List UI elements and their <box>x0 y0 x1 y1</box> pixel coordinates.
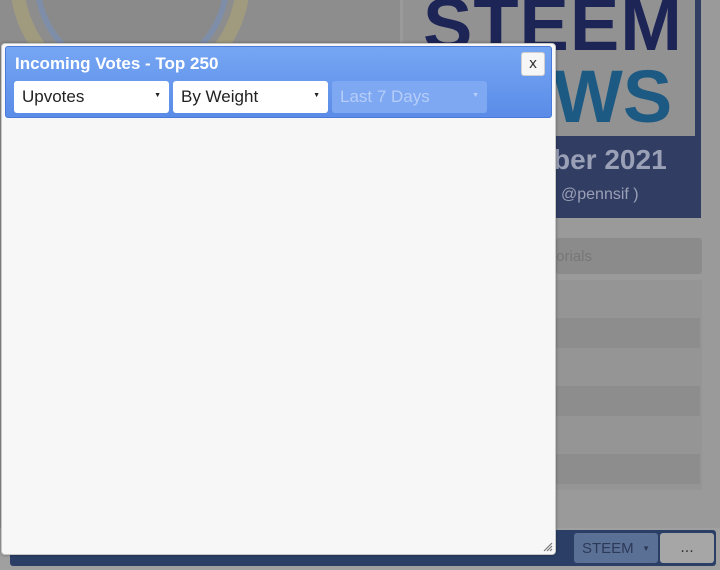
resize-handle-icon[interactable] <box>543 542 553 552</box>
vote-type-select-value: Upvotes <box>22 87 85 106</box>
more-button[interactable]: ... <box>660 533 714 563</box>
banner-title-line2: WS <box>553 55 673 138</box>
banner-date: ber 2021 <box>553 144 667 175</box>
background-tab-label: torials <box>552 248 593 265</box>
background-list-row <box>556 454 700 484</box>
currency-select[interactable]: STEEM ▼ <box>574 533 658 563</box>
dialog-content <box>2 120 555 554</box>
dialog-title: Incoming Votes - Top 250 <box>15 54 219 73</box>
caret-down-icon: ▼ <box>313 92 320 99</box>
currency-select-value: STEEM <box>582 539 634 557</box>
sort-select[interactable]: By Weight ▼ <box>173 81 328 113</box>
caret-down-icon: ▼ <box>642 543 650 553</box>
caret-down-icon: ▼ <box>472 92 479 99</box>
period-select[interactable]: Last 7 Days ▼ <box>332 81 487 113</box>
background-list-row <box>556 386 700 416</box>
background-list-row <box>556 318 700 348</box>
period-select-value: Last 7 Days <box>340 87 430 106</box>
vote-type-select[interactable]: Upvotes ▼ <box>14 81 169 113</box>
sort-select-value: By Weight <box>181 87 259 106</box>
dialog-titlebar[interactable]: Incoming Votes - Top 250 x Upvotes ▼ By … <box>5 46 552 118</box>
close-button[interactable]: x <box>521 52 545 76</box>
incoming-votes-dialog: Incoming Votes - Top 250 x Upvotes ▼ By … <box>1 43 556 555</box>
banner-author: @pennsif ) <box>561 186 639 203</box>
caret-down-icon: ▼ <box>154 92 161 99</box>
